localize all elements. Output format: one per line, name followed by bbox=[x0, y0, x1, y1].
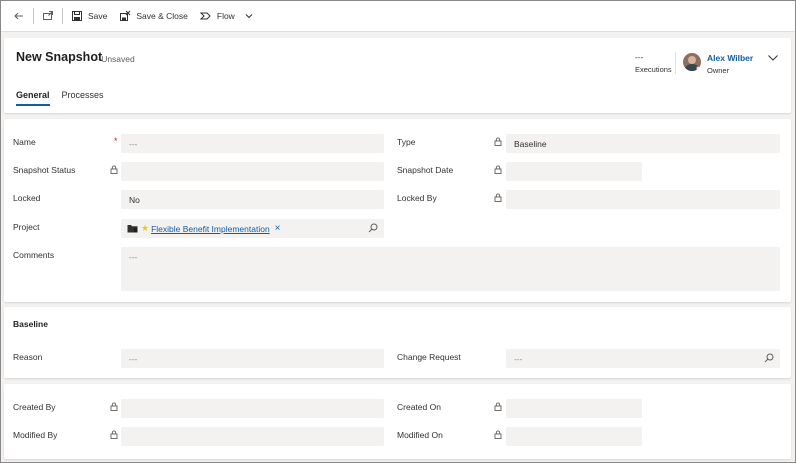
owner-label: Owner bbox=[707, 66, 730, 75]
name-input[interactable]: --- bbox=[121, 134, 384, 153]
command-bar: Save Save & Close Flow bbox=[1, 1, 795, 32]
owner-field: Alex Wilber Owner bbox=[707, 53, 753, 75]
presence-dot bbox=[696, 66, 701, 71]
star-icon: ★ bbox=[141, 223, 150, 233]
snapshot-date-field bbox=[506, 162, 642, 181]
flow-icon bbox=[199, 12, 211, 20]
save-close-label: Save & Close bbox=[136, 11, 188, 21]
avatar[interactable] bbox=[683, 53, 701, 71]
modified-on-label: Modified On bbox=[397, 430, 443, 440]
form-header: New Snapshot - Unsaved --- Executions Al… bbox=[4, 38, 791, 113]
lock-icon bbox=[110, 165, 118, 174]
save-label: Save bbox=[88, 11, 108, 21]
change-request-label: Change Request bbox=[397, 352, 461, 362]
save-icon bbox=[72, 11, 82, 21]
lock-icon bbox=[110, 430, 118, 439]
type-field: Baseline bbox=[506, 134, 780, 153]
project-lookup[interactable]: ★ Flexible Benefit Implementation × bbox=[121, 219, 384, 238]
project-link[interactable]: Flexible Benefit Implementation bbox=[151, 224, 270, 234]
comments-textarea[interactable]: --- bbox=[121, 247, 780, 291]
section-title-baseline: Baseline bbox=[13, 319, 48, 329]
created-on-field bbox=[506, 399, 642, 418]
lock-icon bbox=[494, 430, 502, 439]
project-label: Project bbox=[13, 222, 40, 232]
flow-label: Flow bbox=[216, 11, 235, 21]
modified-on-field bbox=[506, 427, 642, 446]
created-by-label: Created By bbox=[13, 402, 56, 412]
flow-button[interactable]: Flow bbox=[194, 1, 260, 31]
executions-label: Executions bbox=[635, 65, 672, 74]
save-button[interactable]: Save bbox=[65, 1, 113, 31]
locked-label: Locked bbox=[13, 193, 41, 203]
modified-by-field bbox=[121, 427, 384, 446]
name-label: Name bbox=[13, 137, 36, 147]
reason-label: Reason bbox=[13, 352, 43, 362]
required-asterisk: * bbox=[114, 136, 118, 146]
separator bbox=[62, 8, 63, 24]
save-and-close-button[interactable]: Save & Close bbox=[113, 1, 194, 31]
separator bbox=[33, 8, 34, 24]
locked-select[interactable]: No bbox=[121, 190, 384, 209]
snapshot-status-field bbox=[121, 162, 384, 181]
lock-icon bbox=[110, 402, 118, 411]
locked-by-field bbox=[506, 190, 780, 209]
audit-section: Created By Created On Modified By Modifi… bbox=[4, 384, 791, 459]
lock-icon bbox=[494, 165, 502, 174]
back-button[interactable] bbox=[1, 1, 31, 31]
executions-value: --- bbox=[635, 52, 644, 62]
lock-icon bbox=[494, 193, 502, 202]
created-by-field bbox=[121, 399, 384, 418]
baseline-section: Baseline Reason --- Change Request --- bbox=[4, 307, 791, 378]
search-icon[interactable] bbox=[764, 353, 774, 363]
save-status: - Unsaved bbox=[96, 54, 135, 64]
open-new-window-button[interactable] bbox=[36, 1, 60, 31]
reason-input[interactable]: --- bbox=[121, 349, 384, 368]
tab-processes[interactable]: Processes bbox=[62, 90, 104, 106]
folder-icon bbox=[127, 225, 138, 233]
avatar-face bbox=[688, 56, 696, 64]
header-separator bbox=[675, 52, 676, 74]
search-icon[interactable] bbox=[368, 223, 378, 233]
tab-list: General Processes bbox=[16, 90, 116, 106]
owner-name-link[interactable]: Alex Wilber bbox=[707, 53, 753, 63]
page-title: New Snapshot bbox=[16, 50, 103, 64]
lock-icon bbox=[494, 137, 502, 146]
change-request-value: --- bbox=[514, 353, 523, 364]
locked-by-label: Locked By bbox=[397, 193, 437, 203]
type-label: Type bbox=[397, 137, 416, 147]
back-arrow-icon bbox=[14, 12, 23, 20]
snapshot-status-label: Snapshot Status bbox=[13, 165, 76, 175]
remove-project-icon[interactable]: × bbox=[275, 223, 281, 234]
save-close-icon bbox=[120, 10, 131, 21]
open-new-window-icon bbox=[43, 11, 53, 20]
snapshot-date-label: Snapshot Date bbox=[397, 165, 454, 175]
tab-general[interactable]: General bbox=[16, 90, 50, 106]
general-section: Name * --- Type Baseline Snapshot Status… bbox=[4, 119, 791, 302]
lock-icon bbox=[494, 402, 502, 411]
expand-header-chevron-icon[interactable] bbox=[767, 53, 779, 63]
comments-label: Comments bbox=[13, 250, 55, 260]
created-on-label: Created On bbox=[397, 402, 441, 412]
chevron-down-icon bbox=[245, 14, 253, 19]
modified-by-label: Modified By bbox=[13, 430, 58, 440]
executions-field: --- Executions bbox=[635, 52, 672, 74]
change-request-lookup[interactable]: --- bbox=[506, 349, 780, 368]
